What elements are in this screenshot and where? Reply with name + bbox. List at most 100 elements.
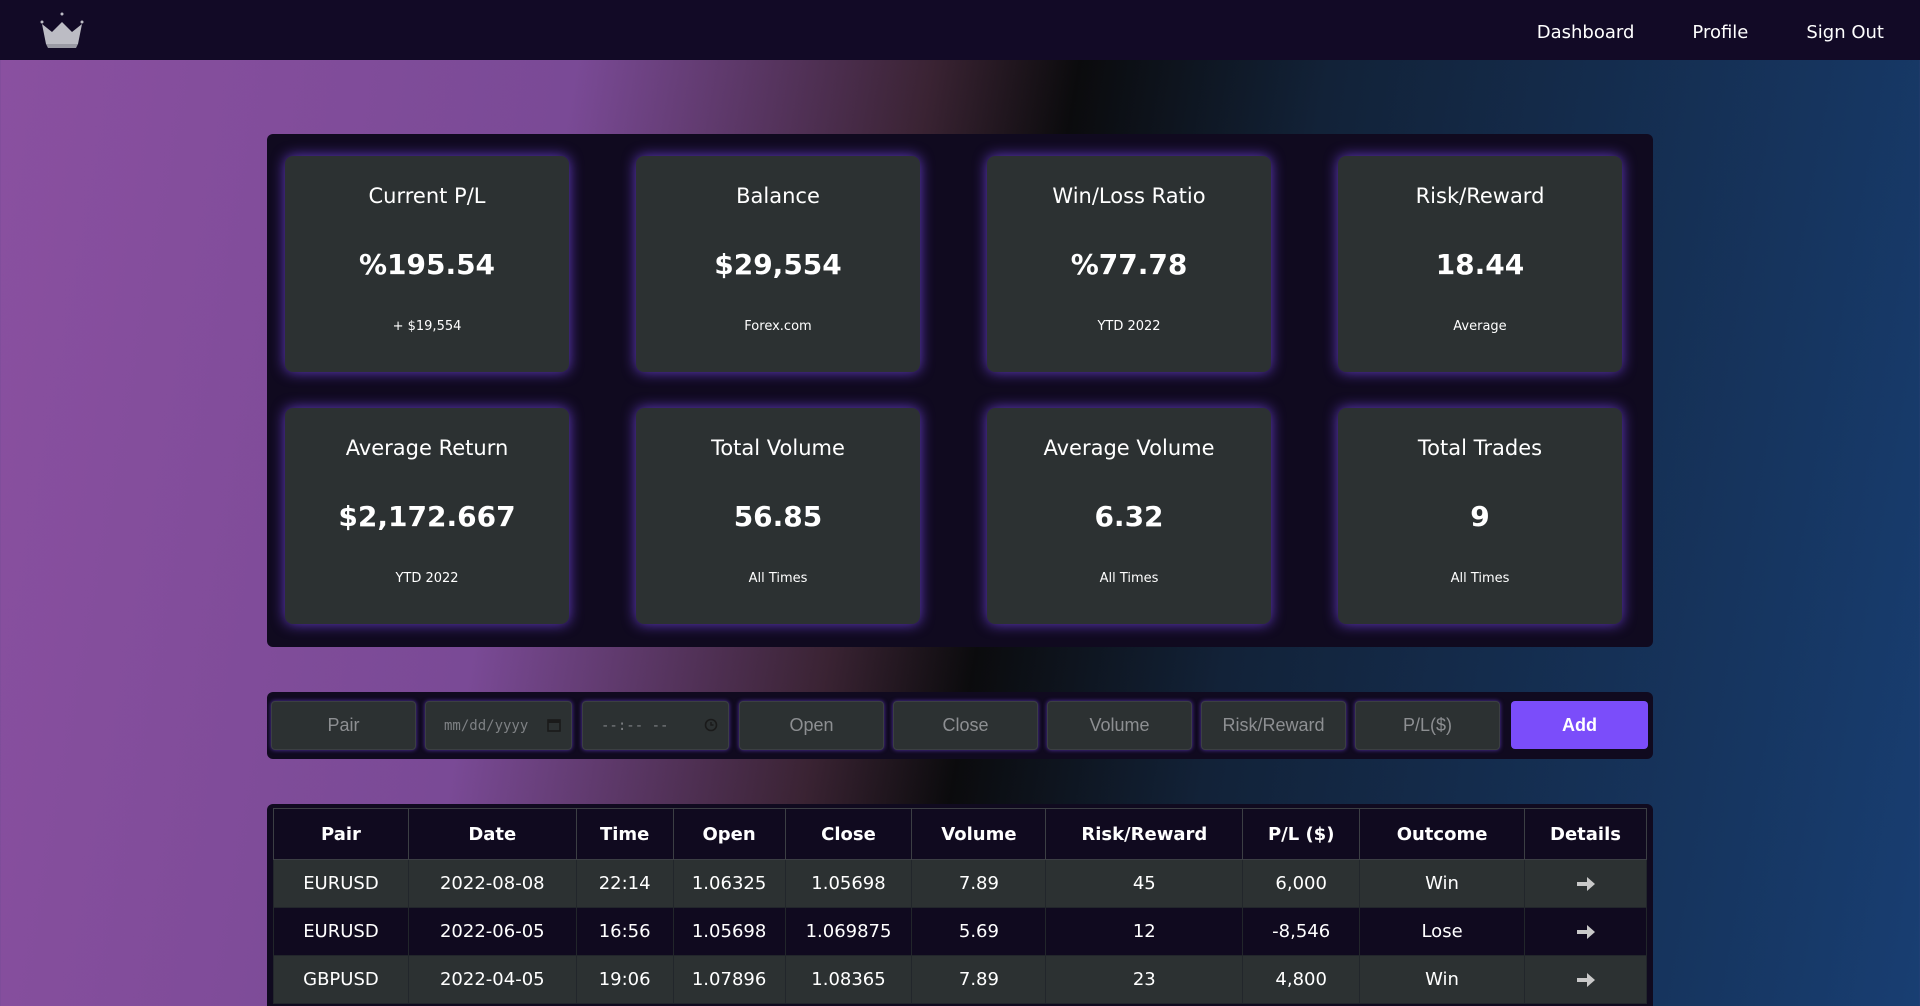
stats-panel: Current P/L %195.54 + $19,554 Balance $2… — [267, 134, 1653, 647]
cell-close: 1.05698 — [784, 859, 913, 908]
stat-value: 18.44 — [1435, 248, 1525, 281]
table-row: GBPUSD 2022-04-05 19:06 1.07896 1.08365 … — [273, 955, 1647, 1004]
crown-logo-icon[interactable] — [38, 10, 86, 50]
stat-subtitle: All Times — [1099, 571, 1159, 586]
stat-title: Win/Loss Ratio — [1052, 184, 1206, 208]
stat-title: Average Volume — [1043, 436, 1215, 460]
column-header-pl[interactable]: P/L ($) — [1242, 808, 1361, 860]
nav-profile-link[interactable]: Profile — [1692, 22, 1748, 43]
cell-close: 1.08365 — [784, 955, 913, 1004]
cell-open: 1.05698 — [672, 907, 786, 956]
stat-card-win-loss-ratio: Win/Loss Ratio %77.78 YTD 2022 — [987, 156, 1271, 372]
cell-details — [1524, 907, 1647, 956]
table-header-row: Pair Date Time Open Close Volume Risk/Re… — [273, 808, 1647, 860]
column-header-open[interactable]: Open — [672, 808, 786, 860]
cell-risk-reward: 45 — [1045, 859, 1244, 908]
cell-date: 2022-08-08 — [407, 859, 577, 908]
cell-risk-reward: 12 — [1045, 907, 1244, 956]
cell-pl: -8,546 — [1242, 907, 1361, 956]
stat-title: Total Trades — [1417, 436, 1543, 460]
stat-subtitle: Forex.com — [744, 319, 812, 334]
add-trade-form: mm/dd/yyyy --:-- -- Add — [267, 692, 1653, 759]
pl-input[interactable] — [1356, 702, 1499, 749]
calendar-icon[interactable] — [547, 718, 561, 732]
nav-dashboard-link[interactable]: Dashboard — [1537, 22, 1635, 43]
cell-open: 1.07896 — [672, 955, 786, 1004]
stat-card-average-return: Average Return $2,172.667 YTD 2022 — [285, 408, 569, 624]
cell-date: 2022-04-05 — [407, 955, 577, 1004]
stat-subtitle: All Times — [1450, 571, 1510, 586]
open-input[interactable] — [740, 702, 883, 749]
nav-sign-out-link[interactable]: Sign Out — [1806, 22, 1884, 43]
cell-outcome: Lose — [1359, 907, 1525, 956]
risk-reward-field — [1201, 701, 1346, 750]
column-header-outcome[interactable]: Outcome — [1359, 808, 1525, 860]
open-field — [739, 701, 884, 750]
cell-time: 22:14 — [575, 859, 674, 908]
column-header-risk-reward[interactable]: Risk/Reward — [1045, 808, 1244, 860]
stat-title: Risk/Reward — [1415, 184, 1545, 208]
time-placeholder: --:-- -- — [601, 717, 669, 734]
cell-details — [1524, 955, 1647, 1004]
stat-title: Average Return — [345, 436, 509, 460]
date-placeholder: mm/dd/yyyy — [444, 717, 529, 734]
date-field[interactable]: mm/dd/yyyy — [425, 701, 572, 750]
cell-pl: 4,800 — [1242, 955, 1361, 1004]
column-header-date[interactable]: Date — [407, 808, 577, 860]
risk-reward-input[interactable] — [1202, 702, 1345, 749]
stat-card-risk-reward: Risk/Reward 18.44 Average — [1338, 156, 1622, 372]
close-input[interactable] — [894, 702, 1037, 749]
stat-card-balance: Balance $29,554 Forex.com — [636, 156, 920, 372]
stat-subtitle: Average — [1453, 319, 1507, 334]
stat-value: %77.78 — [1070, 248, 1188, 281]
cell-volume: 7.89 — [911, 955, 1047, 1004]
arrow-right-icon[interactable] — [1575, 923, 1597, 941]
pair-field — [271, 701, 416, 750]
cell-pair: EURUSD — [273, 859, 409, 908]
arrow-right-icon[interactable] — [1575, 971, 1597, 989]
cell-volume: 5.69 — [911, 907, 1047, 956]
cell-risk-reward: 23 — [1045, 955, 1244, 1004]
nav-links: Dashboard Profile Sign Out — [1537, 22, 1884, 43]
pair-input[interactable] — [272, 702, 415, 749]
top-navbar: Dashboard Profile Sign Out — [0, 0, 1920, 60]
stat-subtitle: YTD 2022 — [395, 571, 459, 586]
cell-date: 2022-06-05 — [407, 907, 577, 956]
volume-input[interactable] — [1048, 702, 1191, 749]
stat-value: %195.54 — [358, 248, 496, 281]
time-field[interactable]: --:-- -- — [582, 701, 729, 750]
close-field — [893, 701, 1038, 750]
stat-card-total-volume: Total Volume 56.85 All Times — [636, 408, 920, 624]
column-header-time[interactable]: Time — [575, 808, 674, 860]
volume-field — [1047, 701, 1192, 750]
stat-card-total-trades: Total Trades 9 All Times — [1338, 408, 1622, 624]
cell-pl: 6,000 — [1242, 859, 1361, 908]
cell-outcome: Win — [1359, 859, 1525, 908]
cell-pair: EURUSD — [273, 907, 409, 956]
stat-value: 9 — [1470, 500, 1490, 533]
pl-field — [1355, 701, 1500, 750]
stat-title: Balance — [736, 184, 820, 208]
cell-open: 1.06325 — [672, 859, 786, 908]
cell-close: 1.069875 — [784, 907, 913, 956]
column-header-close[interactable]: Close — [784, 808, 913, 860]
cell-pair: GBPUSD — [273, 955, 409, 1004]
trades-table: Pair Date Time Open Close Volume Risk/Re… — [273, 808, 1647, 1004]
arrow-right-icon[interactable] — [1575, 875, 1597, 893]
clock-icon[interactable] — [704, 718, 718, 732]
stat-subtitle: + $19,554 — [392, 319, 462, 334]
stat-value: 6.32 — [1094, 500, 1164, 533]
stat-subtitle: All Times — [748, 571, 808, 586]
table-row: EURUSD 2022-08-08 22:14 1.06325 1.05698 … — [273, 859, 1647, 908]
stat-title: Current P/L — [368, 184, 486, 208]
cell-time: 16:56 — [575, 907, 674, 956]
stat-value: $29,554 — [714, 248, 842, 281]
column-header-volume[interactable]: Volume — [911, 808, 1047, 860]
stat-value: $2,172.667 — [338, 500, 516, 533]
add-trade-button[interactable]: Add — [1511, 701, 1648, 749]
cell-time: 19:06 — [575, 955, 674, 1004]
cell-details — [1524, 859, 1647, 908]
column-header-pair[interactable]: Pair — [273, 808, 409, 860]
column-header-details[interactable]: Details — [1524, 808, 1647, 860]
stat-subtitle: YTD 2022 — [1097, 319, 1161, 334]
